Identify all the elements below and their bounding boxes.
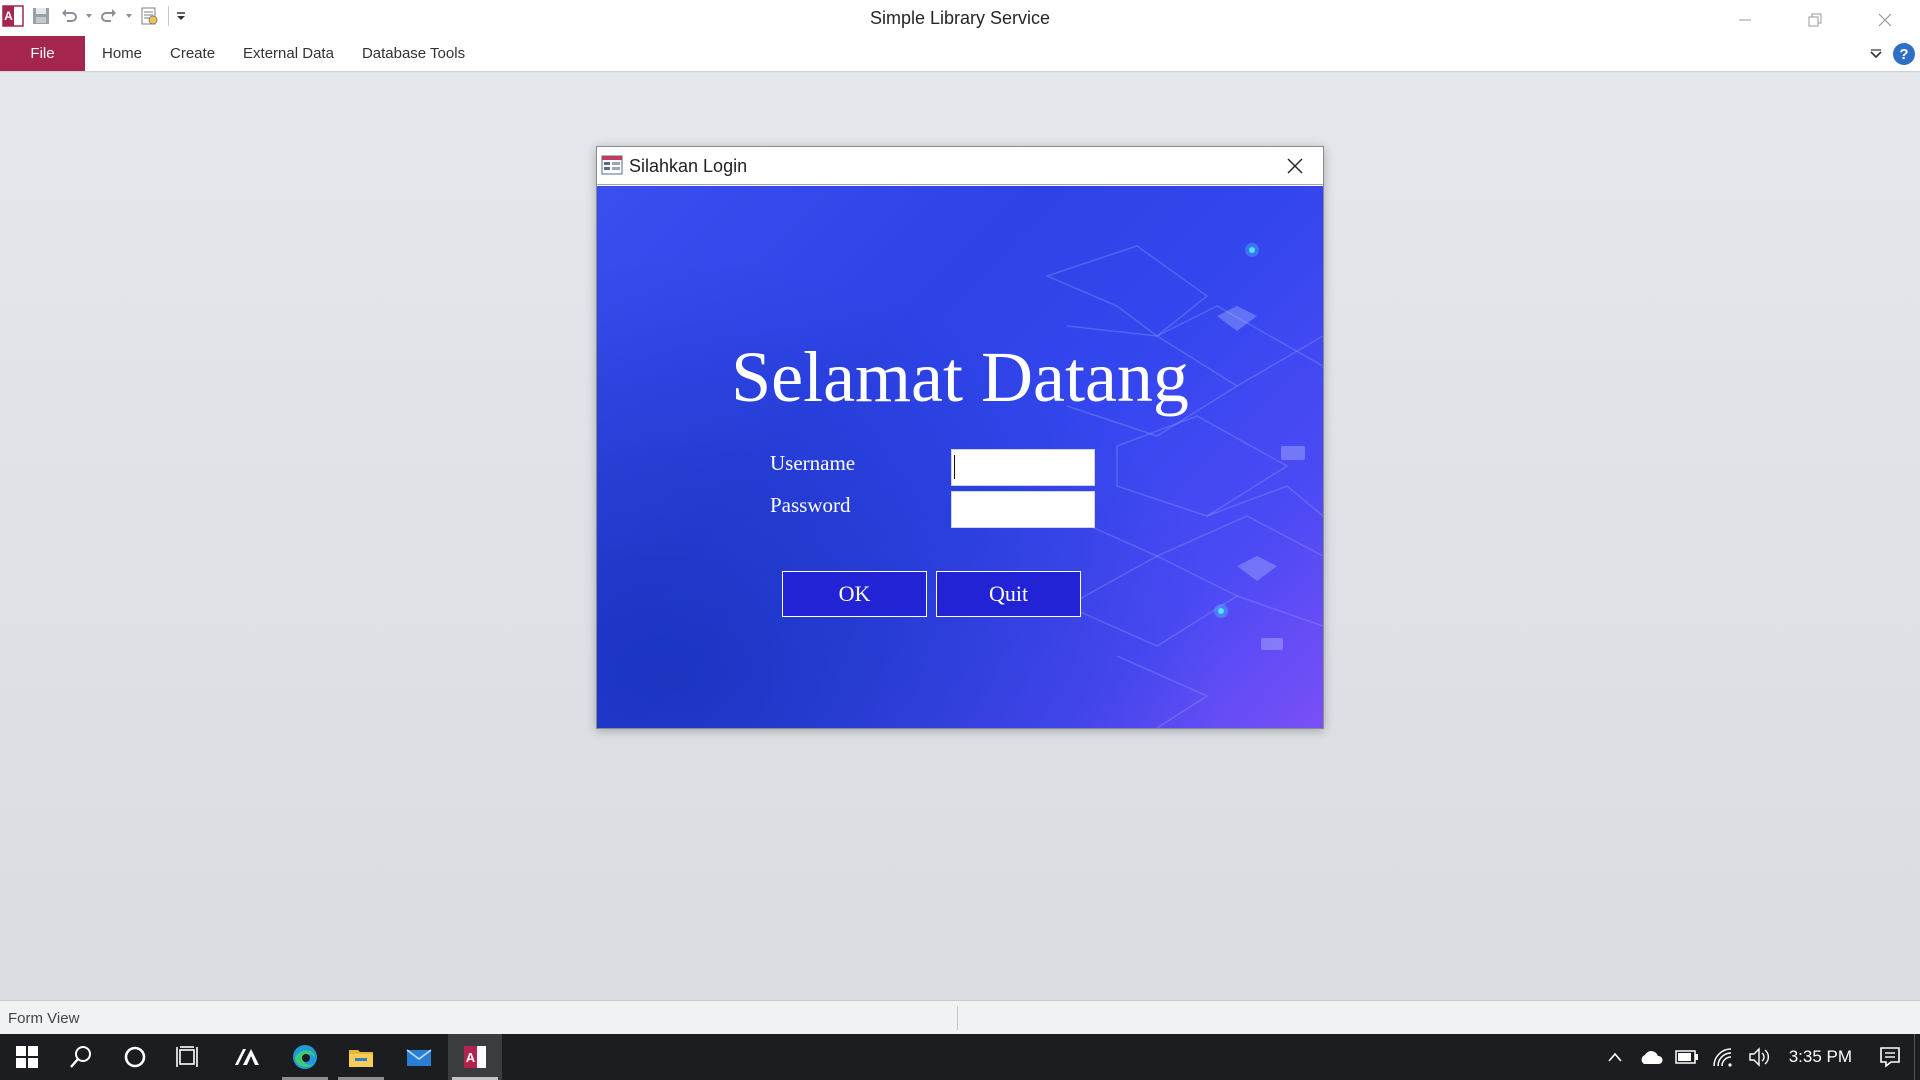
tab-database-tools[interactable]: Database Tools <box>362 45 465 62</box>
mail-icon <box>406 1049 432 1066</box>
svg-text:A: A <box>466 1050 476 1065</box>
tab-create[interactable]: Create <box>170 45 215 62</box>
restore-button[interactable] <box>1780 0 1850 40</box>
taskbar-app-button[interactable] <box>220 1034 274 1080</box>
help-icon: ? <box>1893 43 1915 65</box>
file-explorer-icon <box>349 1050 373 1067</box>
close-icon <box>1878 13 1892 27</box>
close-icon <box>1287 158 1303 174</box>
cortana-icon <box>124 1046 146 1068</box>
username-field-wrap <box>951 449 1095 486</box>
volume-button[interactable] <box>1741 1034 1777 1080</box>
username-input[interactable] <box>951 449 1095 486</box>
volume-icon <box>1748 1047 1769 1067</box>
chevron-down-icon <box>1870 49 1882 59</box>
text-caret <box>954 455 955 479</box>
notification-icon <box>1880 1047 1900 1068</box>
taskbar-edge[interactable] <box>278 1034 332 1080</box>
windows-start-icon <box>16 1046 38 1068</box>
status-divider <box>957 1006 958 1030</box>
minimize-icon <box>1739 19 1751 21</box>
quit-button[interactable]: Quit <box>936 571 1081 617</box>
taskbar-mail[interactable] <box>392 1034 446 1080</box>
show-desktop-button[interactable] <box>1914 1034 1920 1080</box>
battery-button[interactable] <box>1669 1034 1705 1080</box>
clock[interactable]: 3:35 PM <box>1789 1047 1852 1067</box>
username-label: Username <box>770 451 856 475</box>
chevron-up-icon <box>1608 1052 1622 1062</box>
login-panel: Selamat Datang Username Password OK Quit <box>597 186 1323 728</box>
system-tray: 3:35 PM <box>1597 1034 1920 1080</box>
network-button[interactable] <box>1705 1034 1741 1080</box>
onedrive-icon <box>1641 1051 1663 1064</box>
ribbon-tabs: File Home Create External Data Database … <box>0 36 1920 72</box>
status-text: Form View <box>8 1010 80 1027</box>
password-input[interactable] <box>951 491 1095 528</box>
restore-icon <box>1808 13 1822 27</box>
search-icon <box>70 1046 91 1068</box>
cortana-button[interactable] <box>108 1034 162 1080</box>
status-bar: Form View <box>0 1000 1920 1034</box>
window-title: Simple Library Service <box>869 8 1051 28</box>
welcome-heading: Selamat Datang <box>731 337 1189 417</box>
ribbon-tab-list: Home Create External Data Database Tools <box>102 36 493 71</box>
window-controls <box>1710 0 1920 40</box>
tab-file[interactable]: File <box>0 36 85 71</box>
onedrive-button[interactable] <box>1633 1034 1669 1080</box>
form-icon <box>601 154 623 176</box>
tab-external-data[interactable]: External Data <box>243 45 334 62</box>
taskbar-file-explorer[interactable] <box>334 1034 388 1080</box>
action-center-button[interactable] <box>1872 1034 1908 1080</box>
dialog-title: Silahkan Login <box>629 156 748 176</box>
show-hidden-icons-button[interactable] <box>1597 1034 1633 1080</box>
tab-home[interactable]: Home <box>102 45 142 62</box>
search-button[interactable] <box>54 1034 108 1080</box>
collapse-ribbon-button[interactable] <box>1862 40 1890 68</box>
login-dialog: Silahkan Login Selamat Datang Username P… <box>596 146 1324 729</box>
battery-icon <box>1674 1050 1698 1064</box>
svg-text:?: ? <box>1899 46 1908 63</box>
taskbar-access[interactable]: A <box>448 1034 502 1080</box>
ribbon-right-controls: ? <box>1862 40 1918 68</box>
task-view-icon <box>176 1046 198 1067</box>
close-button[interactable] <box>1850 0 1920 40</box>
taskbar: A 3:35 PM <box>0 1034 1920 1080</box>
access-icon: A <box>464 1046 486 1068</box>
start-button[interactable] <box>0 1034 54 1080</box>
dialog-titlebar[interactable]: Silahkan Login <box>597 147 1323 185</box>
help-button[interactable]: ? <box>1890 40 1918 68</box>
password-label: Password <box>770 493 851 517</box>
app-icon <box>235 1049 259 1065</box>
window-titlebar: A Simple Library Service <box>0 0 1920 36</box>
minimize-button[interactable] <box>1710 0 1780 40</box>
dialog-close-button[interactable] <box>1275 151 1315 181</box>
ok-button[interactable]: OK <box>782 571 927 617</box>
wifi-icon <box>1712 1048 1732 1067</box>
edge-icon <box>293 1045 317 1069</box>
task-view-button[interactable] <box>162 1034 216 1080</box>
